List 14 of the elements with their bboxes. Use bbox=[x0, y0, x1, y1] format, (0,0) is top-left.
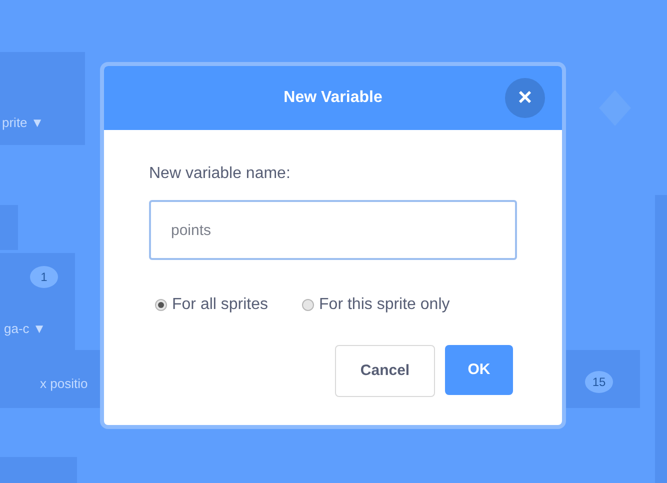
radio-button[interactable] bbox=[302, 299, 314, 311]
dropdown-label: ga-c ▼ bbox=[4, 320, 46, 338]
radio-option[interactable]: For this sprite only bbox=[302, 293, 450, 317]
dialog-title: New Variable bbox=[284, 88, 382, 108]
radio-label: For all sprites bbox=[172, 295, 268, 315]
field-label: New variable name: bbox=[149, 164, 292, 184]
close-button[interactable]: × bbox=[505, 78, 545, 118]
input-field[interactable]: points bbox=[149, 200, 517, 260]
cancel-button[interactable]: Cancel bbox=[335, 345, 435, 397]
radio-button[interactable] bbox=[155, 299, 167, 311]
block-label: x positio bbox=[40, 375, 88, 393]
dropdown-label: prite ▼ bbox=[2, 114, 44, 132]
radio-option[interactable]: For all sprites bbox=[155, 293, 268, 317]
radio-label: For this sprite only bbox=[319, 295, 450, 315]
